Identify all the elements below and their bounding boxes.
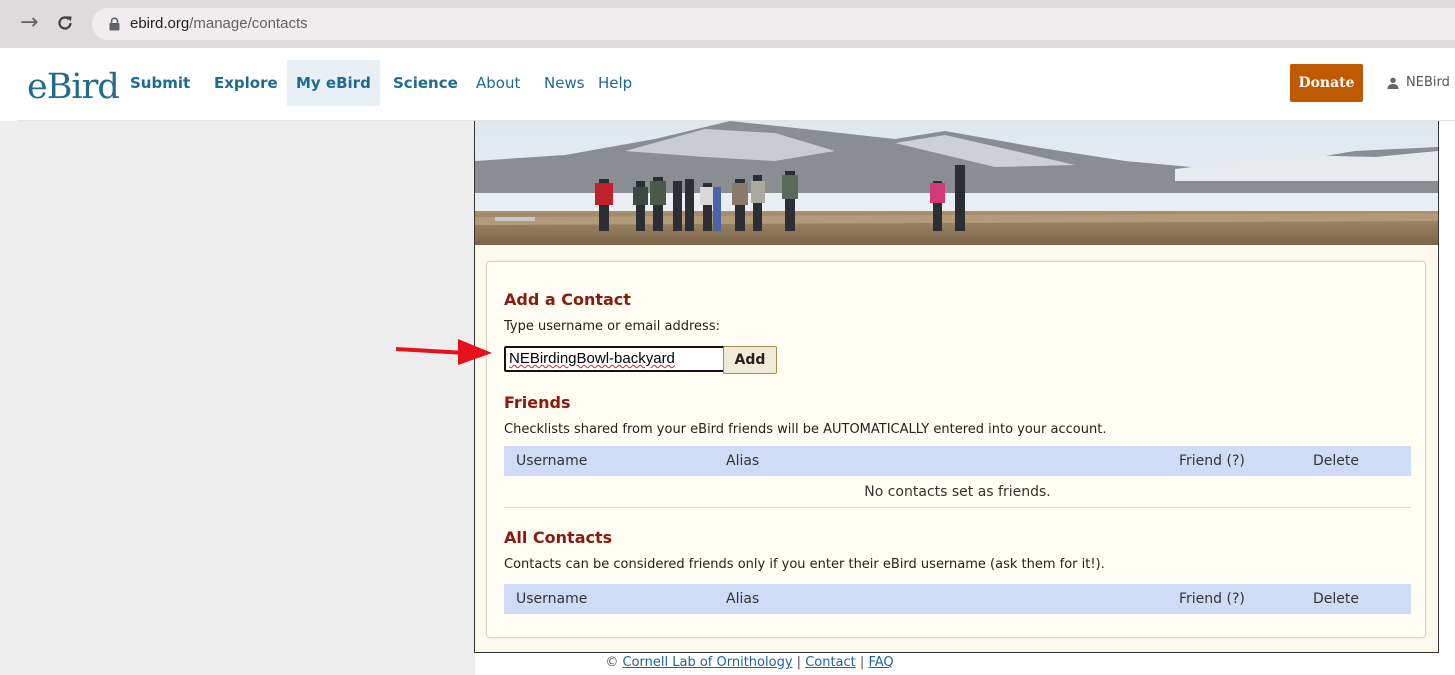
column-delete: Delete xyxy=(1313,453,1359,469)
nav-my-ebird[interactable]: My eBird xyxy=(287,60,380,106)
nav-explore[interactable]: Explore xyxy=(214,60,278,106)
cornell-lab-link[interactable]: Cornell Lab of Ornithology xyxy=(623,655,793,670)
nav-submit[interactable]: Submit xyxy=(130,60,190,106)
column-friend[interactable]: Friend (?) xyxy=(1179,446,1245,476)
footer-separator: | xyxy=(859,655,865,670)
column-delete: Delete xyxy=(1313,591,1359,607)
nav-help[interactable]: Help xyxy=(598,60,632,106)
lock-icon xyxy=(109,17,120,31)
column-alias: Alias xyxy=(726,453,760,469)
site-header: eBird Submit Explore My eBird Science Ab… xyxy=(17,48,1455,121)
add-contact-instructions: Type username or email address: xyxy=(504,319,720,334)
url-text: ebird.org/manage/contacts xyxy=(130,15,308,32)
column-alias: Alias xyxy=(726,591,760,607)
faq-link[interactable]: FAQ xyxy=(868,655,893,670)
user-account-link[interactable]: NEBird xyxy=(1406,74,1450,92)
friends-table-header: Username Alias Friend (?) Delete xyxy=(504,446,1411,476)
add-contact-title: Add a Contact xyxy=(504,290,631,309)
footer-separator: | xyxy=(796,655,802,670)
browser-toolbar: → ebird.org/manage/contacts xyxy=(0,0,1455,48)
nav-news[interactable]: News xyxy=(544,60,585,106)
red-annotation-arrow xyxy=(396,339,492,365)
friends-empty-message: No contacts set as friends. xyxy=(504,477,1411,508)
ebird-logo[interactable]: eBird xyxy=(27,68,120,106)
contact-username-input[interactable]: NEBirdingBowl-backyard xyxy=(504,346,729,372)
reload-icon[interactable] xyxy=(56,14,74,32)
copyright-symbol: © xyxy=(605,655,619,670)
nav-about[interactable]: About xyxy=(476,60,520,106)
donate-button[interactable]: Donate xyxy=(1290,64,1363,102)
friends-description: Checklists shared from your eBird friend… xyxy=(504,422,1107,437)
all-contacts-table-header: Username Alias Friend (?) Delete xyxy=(504,584,1411,614)
all-contacts-title: All Contacts xyxy=(504,528,613,547)
forward-arrow-icon[interactable]: → xyxy=(20,10,38,36)
add-contact-button[interactable]: Add xyxy=(723,346,777,374)
birders-banner-image xyxy=(475,121,1438,245)
address-bar[interactable]: ebird.org/manage/contacts xyxy=(92,8,1455,40)
friends-title: Friends xyxy=(504,393,571,412)
content-panel: Add a Contact Type username or email add… xyxy=(474,121,1439,653)
nav-science[interactable]: Science xyxy=(393,60,458,106)
column-username: Username xyxy=(516,453,588,469)
all-contacts-description: Contacts can be considered friends only … xyxy=(504,557,1105,572)
column-friend[interactable]: Friend (?) xyxy=(1179,584,1245,614)
column-username: Username xyxy=(516,591,588,607)
user-icon xyxy=(1387,77,1399,89)
left-margin xyxy=(0,121,475,675)
contacts-card: Add a Contact Type username or email add… xyxy=(486,261,1426,638)
contact-link[interactable]: Contact xyxy=(805,655,856,670)
page-footer: © Cornell Lab of Ornithology | Contact |… xyxy=(0,654,1455,672)
